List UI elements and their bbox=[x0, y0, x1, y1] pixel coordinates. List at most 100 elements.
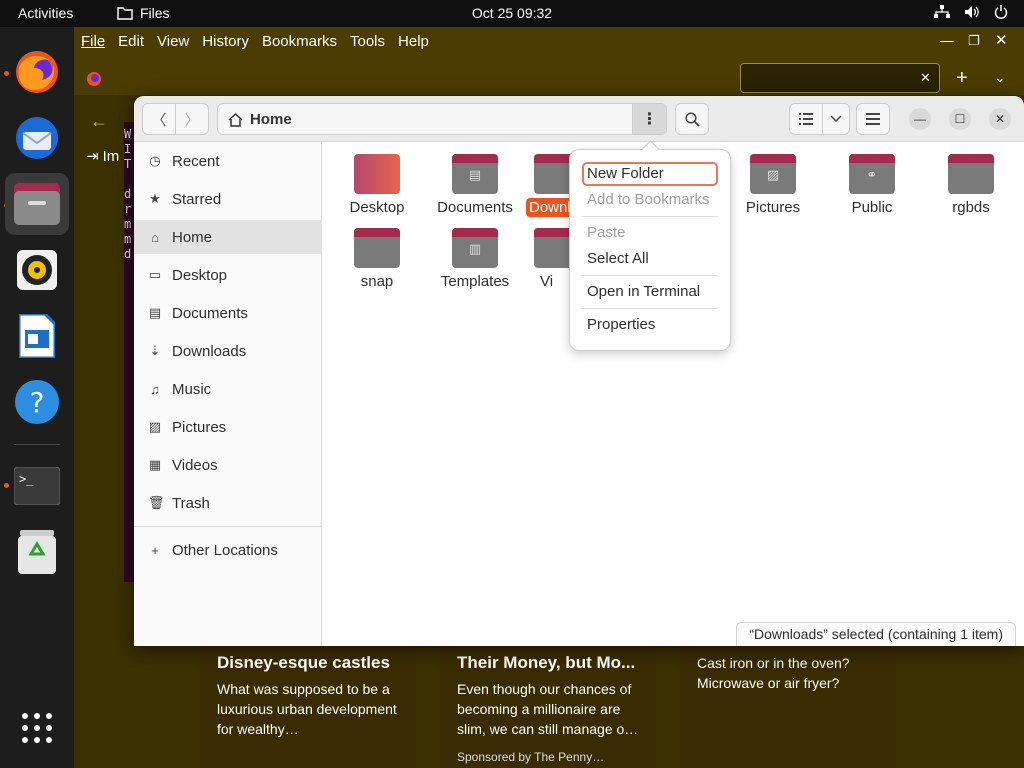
menu-view[interactable]: View bbox=[157, 33, 189, 50]
power-icon bbox=[994, 5, 1008, 19]
public-folder-icon: ⚭ bbox=[849, 154, 895, 194]
terminal-icon: >_ bbox=[14, 467, 60, 505]
reader-item[interactable]: ⇥ Im bbox=[86, 147, 119, 166]
news-card[interactable]: Their Money, but Mo... Even though our c… bbox=[440, 648, 656, 768]
dock-thunderbird[interactable] bbox=[5, 107, 69, 169]
path-home[interactable]: Home bbox=[228, 111, 292, 128]
folder-item[interactable]: snap bbox=[331, 228, 423, 290]
dock-firefox[interactable] bbox=[5, 41, 69, 103]
sidebar-item-pictures[interactable]: ▨ Pictures bbox=[134, 410, 322, 444]
home-icon: ⌂ bbox=[151, 229, 159, 245]
sidebar-item-label: Desktop bbox=[172, 266, 228, 284]
dock-terminal[interactable]: >_ bbox=[5, 455, 69, 517]
menu-tools[interactable]: Tools bbox=[350, 33, 385, 50]
sidebar-item-documents[interactable]: ▤ Documents bbox=[134, 296, 322, 330]
main-menu-button[interactable] bbox=[856, 103, 890, 135]
news-card[interactable]: Disney-esque castles What was supposed t… bbox=[200, 648, 416, 768]
menu-file[interactable]: File bbox=[81, 33, 105, 50]
menu-bookmarks[interactable]: Bookmarks bbox=[262, 33, 337, 50]
firefox-tab-icon[interactable] bbox=[86, 71, 102, 87]
files-icon bbox=[14, 183, 60, 225]
folder-item[interactable]: Desktop bbox=[331, 154, 423, 216]
tab-list-icon[interactable]: ⌄ bbox=[994, 69, 1006, 86]
close-button[interactable]: ✕ bbox=[989, 108, 1011, 130]
tab-close-icon[interactable]: ✕ bbox=[920, 70, 931, 86]
menu-item-paste[interactable]: Paste bbox=[582, 221, 718, 245]
firefox-active-tab[interactable] bbox=[740, 63, 940, 93]
menu-help[interactable]: Help bbox=[398, 33, 429, 50]
back-button[interactable]: 〈 bbox=[142, 103, 176, 135]
list-view-button[interactable] bbox=[789, 103, 823, 135]
back-arrow-icon[interactable]: ← bbox=[90, 111, 108, 132]
folder-item[interactable]: ⚭ Public bbox=[826, 154, 918, 216]
dock-rhythmbox[interactable] bbox=[5, 239, 69, 301]
list-view-icon bbox=[799, 113, 813, 125]
folder-label: Documents bbox=[437, 199, 513, 216]
news-card[interactable]: Cast iron or in the oven? Microwave or a… bbox=[680, 648, 896, 768]
desktop-folder-icon bbox=[354, 154, 400, 194]
status-bar: “Downloads” selected (containing 1 item) bbox=[736, 622, 1016, 646]
menu-item-open-terminal[interactable]: Open in Terminal bbox=[582, 280, 718, 304]
forward-button[interactable]: 〉 bbox=[175, 103, 209, 135]
sidebar-item-label: Music bbox=[172, 380, 212, 398]
dock-files[interactable] bbox=[5, 173, 69, 235]
location-menu-button[interactable]: ⋮ bbox=[632, 104, 666, 134]
folder-label: Downl bbox=[526, 198, 574, 217]
folder-item[interactable]: ▤ Documents bbox=[429, 154, 521, 216]
dock-trash[interactable] bbox=[5, 521, 69, 583]
sidebar-item-other-locations[interactable]: + Other Locations bbox=[134, 533, 322, 567]
restore-icon[interactable]: ❐ bbox=[968, 33, 980, 49]
sidebar-item-downloads[interactable]: ⇣ Downloads bbox=[134, 334, 322, 368]
folder-label: Templates bbox=[440, 273, 510, 290]
menu-edit[interactable]: Edit bbox=[118, 33, 144, 50]
minimize-button[interactable]: — bbox=[909, 108, 931, 130]
header-bar: 〈 〉 Home ⋮ — ☐ ✕ bbox=[134, 96, 1024, 142]
menu-item-properties[interactable]: Properties bbox=[582, 313, 718, 337]
dock-help[interactable]: ? bbox=[5, 371, 69, 433]
desktop-icon: ▭ bbox=[148, 267, 162, 282]
folder-item[interactable]: ▥ Templates bbox=[429, 228, 521, 290]
sidebar-item-desktop[interactable]: ▭ Desktop bbox=[134, 258, 322, 292]
sidebar-item-label: Starred bbox=[172, 190, 222, 208]
folder-item[interactable]: ▨ Pictures bbox=[727, 154, 819, 216]
sidebar-item-label: Home bbox=[172, 228, 213, 246]
minimize-icon: — bbox=[914, 112, 926, 126]
svg-text:?: ? bbox=[30, 386, 45, 419]
folder-label: Pictures bbox=[745, 199, 801, 216]
sidebar-item-home[interactable]: ⌂ Home bbox=[134, 220, 322, 254]
path-bar[interactable]: Home ⋮ bbox=[217, 103, 667, 135]
sidebar-item-music[interactable]: ♫ Music bbox=[134, 372, 322, 406]
templates-folder-icon: ▥ bbox=[452, 228, 498, 268]
trash-icon bbox=[18, 530, 56, 574]
home-icon bbox=[228, 112, 243, 127]
sidebar-item-starred[interactable]: ★ Starred bbox=[134, 182, 322, 216]
folder-item[interactable]: rgbds bbox=[925, 154, 1017, 216]
dock-writer[interactable] bbox=[5, 305, 69, 367]
menu-item-add-bookmarks[interactable]: Add to Bookmarks bbox=[582, 188, 718, 212]
snap-folder-icon bbox=[354, 228, 400, 268]
menu-history[interactable]: History bbox=[202, 33, 249, 50]
close-icon[interactable]: ✕ bbox=[995, 31, 1008, 49]
folder-label: Public bbox=[851, 199, 893, 216]
search-button[interactable] bbox=[675, 103, 709, 135]
sidebar-item-trash[interactable]: 🗑 Trash bbox=[134, 486, 322, 520]
sidebar: ◷ Recent ★ Starred ⌂ Home ▭ Desktop ▤ Documen… bbox=[134, 142, 322, 646]
vertical-dots-icon: ⋮ bbox=[641, 111, 658, 128]
card-sponsor: Sponsored by The Penny… bbox=[457, 750, 605, 764]
card-body: Cast iron or in the oven? Microwave or a… bbox=[697, 655, 850, 691]
menu-item-new-folder[interactable]: New Folder bbox=[582, 162, 718, 186]
sidebar-item-videos[interactable]: ▦ Videos bbox=[134, 448, 322, 482]
sidebar-item-recent[interactable]: ◷ Recent bbox=[134, 144, 322, 178]
dock-show-apps[interactable] bbox=[5, 697, 69, 759]
view-options-button[interactable] bbox=[822, 103, 850, 135]
system-tray[interactable] bbox=[934, 5, 1008, 19]
maximize-button[interactable]: ☐ bbox=[949, 108, 971, 130]
new-tab-icon[interactable]: + bbox=[956, 67, 968, 90]
menu-item-select-all[interactable]: Select All bbox=[582, 247, 718, 271]
clock[interactable]: Oct 25 09:32 bbox=[0, 5, 1024, 21]
network-icon bbox=[934, 5, 950, 18]
news-cards: Disney-esque castles What was supposed t… bbox=[200, 648, 1024, 768]
menu-separator bbox=[582, 275, 718, 276]
minimize-icon[interactable]: — bbox=[940, 32, 954, 48]
sidebar-item-label: Recent bbox=[172, 152, 220, 170]
